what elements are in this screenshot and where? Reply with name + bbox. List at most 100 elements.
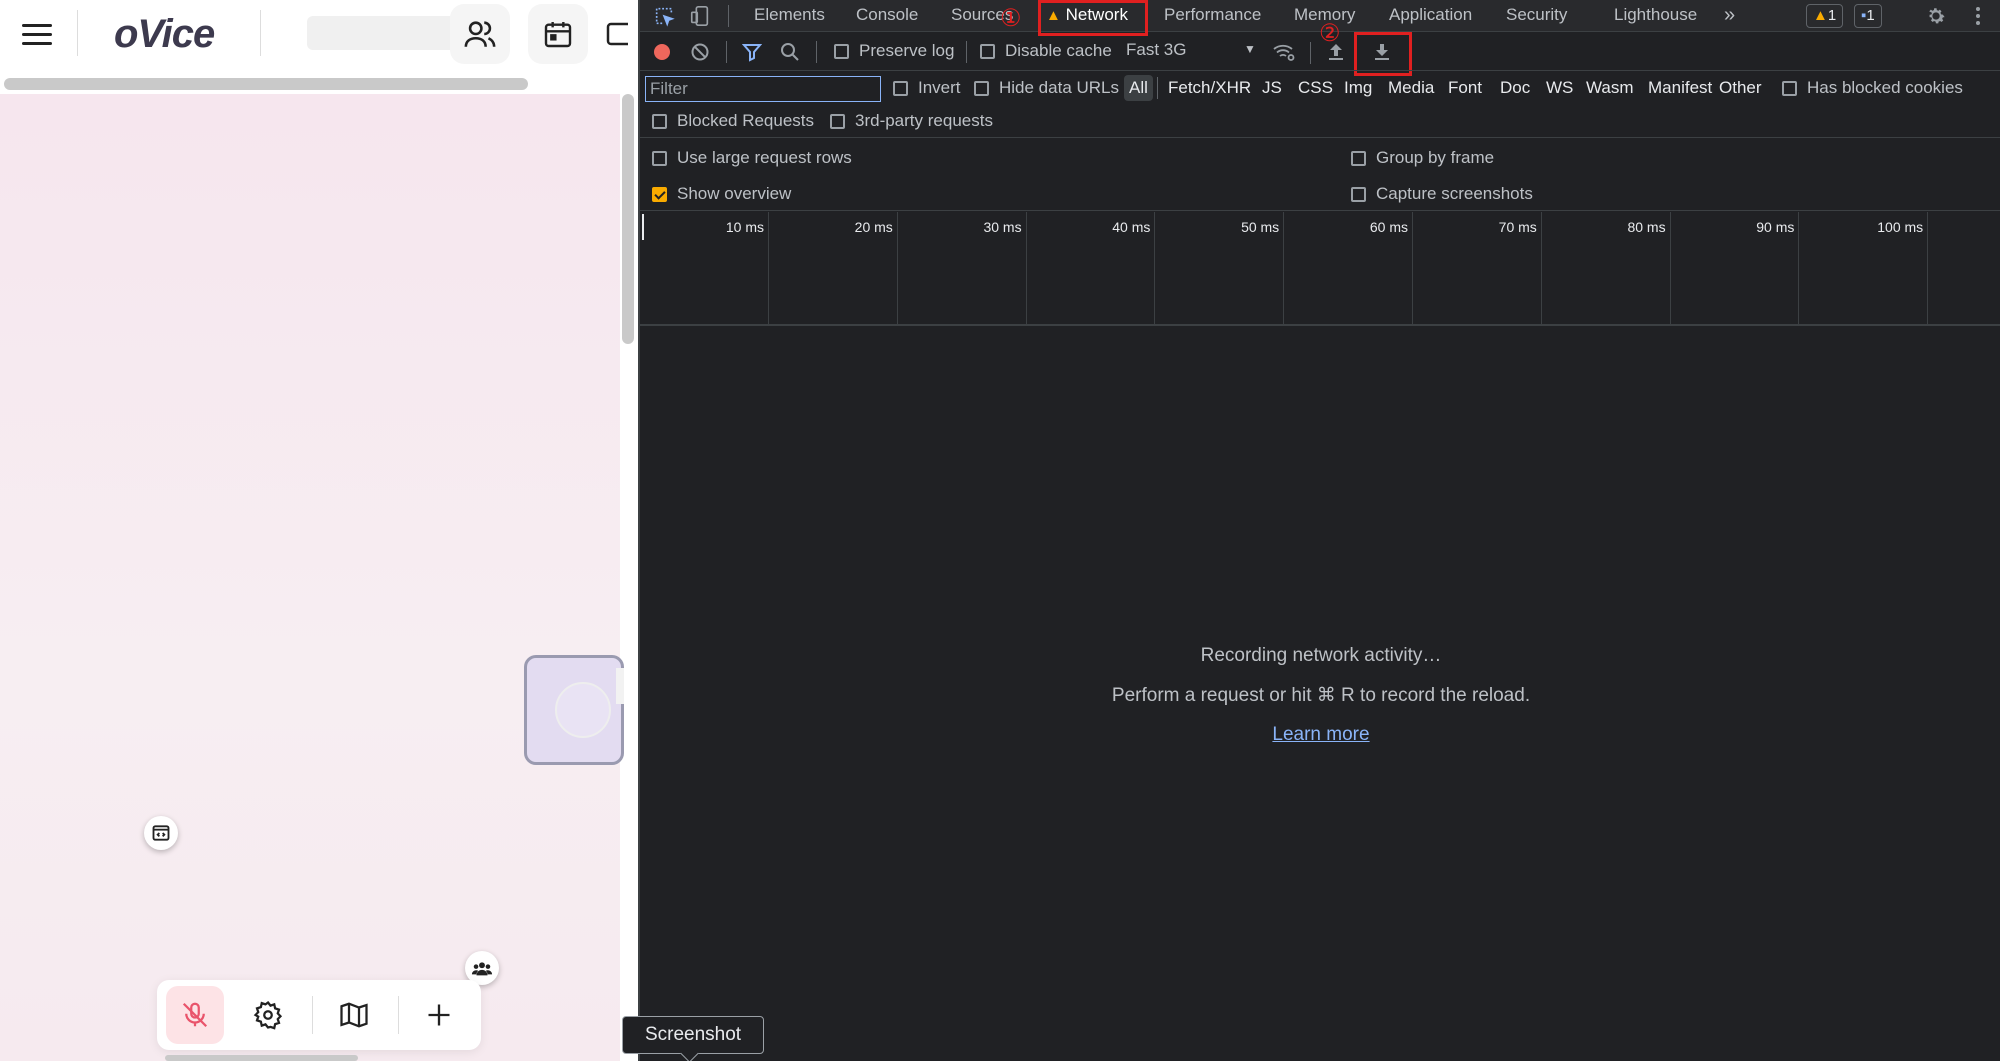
chevron-down-icon[interactable]: ▼ <box>1244 42 1256 56</box>
third-party-requests-checkbox[interactable]: 3rd-party requests <box>830 111 993 131</box>
space-object-card[interactable] <box>524 655 624 765</box>
export-har-button[interactable] <box>1370 40 1394 64</box>
type-filter-doc[interactable]: Doc <box>1500 75 1530 101</box>
tab-performance[interactable]: Performance <box>1164 0 1261 32</box>
horizontal-scrollbar[interactable] <box>4 78 528 90</box>
timeline-gridline <box>1025 212 1027 324</box>
screenshot-tooltip: Screenshot <box>622 1016 764 1054</box>
preserve-log-box[interactable] <box>834 43 849 59</box>
toolbar-divider <box>312 996 313 1034</box>
group-by-frame-box[interactable] <box>1351 150 1366 166</box>
type-filter-all[interactable]: All <box>1124 75 1153 101</box>
add-object-button[interactable] <box>410 986 468 1044</box>
hamburger-menu-icon[interactable] <box>22 24 52 48</box>
tab-lighthouse[interactable]: Lighthouse <box>1614 0 1697 32</box>
bottom-toolbar <box>157 980 481 1050</box>
inspect-cursor-icon <box>655 7 675 27</box>
blocked-requests-box[interactable] <box>652 113 667 129</box>
mic-toggle-button[interactable] <box>166 986 224 1044</box>
network-conditions-button[interactable] <box>1272 40 1296 64</box>
type-filter-img[interactable]: Img <box>1344 75 1372 101</box>
type-filter-fetch-xhr[interactable]: Fetch/XHR <box>1168 75 1251 101</box>
type-filter-other[interactable]: Other <box>1719 75 1762 101</box>
filter-input[interactable] <box>645 76 881 102</box>
throttling-select[interactable]: Fast 3G <box>1126 40 1186 60</box>
vertical-scrollbar[interactable] <box>622 94 634 344</box>
embed-object[interactable] <box>144 816 178 850</box>
devtools-settings-button[interactable] <box>1924 4 1948 28</box>
header-divider <box>260 10 261 56</box>
timeline-gridline <box>1540 212 1542 324</box>
recording-message: Recording network activity… <box>1200 645 1442 666</box>
preserve-log-checkbox[interactable]: Preserve log <box>834 41 954 61</box>
warnings-badge[interactable]: ▲1 <box>1806 4 1844 28</box>
more-tabs-button[interactable]: » <box>1724 0 1735 32</box>
import-har-button[interactable] <box>1324 40 1348 64</box>
type-filter-css[interactable]: CSS <box>1298 75 1333 101</box>
learn-more-link[interactable]: Learn more <box>1272 724 1369 745</box>
type-filter-ws[interactable]: WS <box>1546 75 1573 101</box>
invert-checkbox[interactable]: Invert <box>893 78 961 98</box>
toolbar-divider <box>726 41 727 63</box>
bottom-scrollbar[interactable] <box>165 1055 358 1061</box>
network-settings-panel: Use large request rows Group by frame Sh… <box>640 139 2000 211</box>
timeline-gridline <box>1154 212 1156 324</box>
hide-data-urls-box[interactable] <box>974 80 989 96</box>
timeline-tick-label: 50 ms <box>1241 219 1280 235</box>
network-toolbar: Preserve log Disable cache <box>640 33 2000 71</box>
show-overview-box[interactable] <box>652 186 667 202</box>
gear-icon <box>1929 8 1945 24</box>
tab-security[interactable]: Security <box>1506 0 1567 32</box>
timeline-gridline <box>1412 212 1413 324</box>
object-avatar <box>555 682 611 738</box>
disable-cache-box[interactable] <box>980 43 995 59</box>
tab-console[interactable]: Console <box>856 0 918 32</box>
type-filter-font[interactable]: Font <box>1448 75 1482 101</box>
calendar-button[interactable] <box>528 4 588 64</box>
third-party-requests-box[interactable] <box>830 113 845 129</box>
record-button[interactable] <box>650 40 674 64</box>
search-icon <box>781 43 799 61</box>
type-filter-manifest[interactable]: Manifest <box>1648 75 1712 101</box>
filter-toggle-button[interactable] <box>740 40 764 64</box>
inspect-element-button[interactable] <box>652 4 676 28</box>
large-rows-box[interactable] <box>652 150 667 166</box>
timeline-gridline <box>1927 212 1929 324</box>
has-blocked-cookies-box[interactable] <box>1782 80 1797 96</box>
settings-button[interactable] <box>239 986 297 1044</box>
timeline-gridline <box>896 212 898 324</box>
type-filter-js[interactable]: JS <box>1262 75 1282 101</box>
warning-icon: ▲ <box>1813 7 1828 24</box>
timeline-tick-label: 20 ms <box>854 219 893 235</box>
messages-badge[interactable]: ▪1 <box>1854 4 1882 28</box>
group-by-frame-checkbox[interactable]: Group by frame <box>1351 148 1494 168</box>
timeline-cursor <box>642 214 644 240</box>
has-blocked-cookies-checkbox[interactable]: Has blocked cookies <box>1782 78 1963 98</box>
search-button[interactable] <box>778 40 802 64</box>
show-overview-checkbox[interactable]: Show overview <box>652 184 791 204</box>
tab-application[interactable]: Application <box>1389 0 1472 32</box>
type-filter-wasm[interactable]: Wasm <box>1586 75 1634 101</box>
annotation-box-network <box>1038 0 1148 36</box>
tab-elements[interactable]: Elements <box>754 0 825 32</box>
header-more-button[interactable] <box>606 4 638 64</box>
network-overview-timeline[interactable]: 10 ms 20 ms 30 ms 40 ms 50 ms 60 ms 70 ms 80 ms… <box>640 212 2000 326</box>
blocked-requests-checkbox[interactable]: Blocked Requests <box>652 111 814 131</box>
timeline-tick-label: 80 ms <box>1627 219 1666 235</box>
members-button[interactable] <box>450 4 510 64</box>
type-filter-media[interactable]: Media <box>1388 75 1434 101</box>
hide-data-urls-checkbox[interactable]: Hide data URLs <box>974 78 1119 98</box>
capture-screenshots-checkbox[interactable]: Capture screenshots <box>1351 184 1533 204</box>
invert-box[interactable] <box>893 80 908 96</box>
device-toolbar-button[interactable] <box>688 4 712 28</box>
map-button[interactable] <box>325 986 383 1044</box>
space-name-field[interactable] <box>307 16 457 50</box>
devtools-menu-button[interactable] <box>1966 4 1990 28</box>
members-icon <box>464 21 496 47</box>
timeline-gridline <box>1283 212 1285 324</box>
capture-screenshots-box[interactable] <box>1351 186 1366 202</box>
clear-button[interactable] <box>688 40 712 64</box>
space-canvas[interactable] <box>0 94 624 1061</box>
large-rows-checkbox[interactable]: Use large request rows <box>652 148 852 168</box>
disable-cache-checkbox[interactable]: Disable cache <box>980 41 1112 61</box>
